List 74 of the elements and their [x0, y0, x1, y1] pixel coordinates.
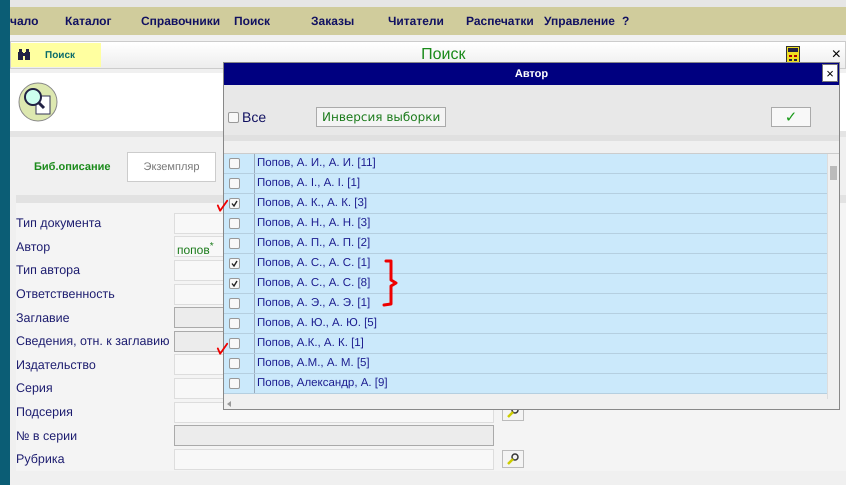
dialog-title: Автор [514, 68, 548, 80]
author-name: Попов, А. И., А. И. [11] [256, 156, 376, 171]
menu-item[interactable]: Справочники [141, 14, 234, 28]
invert-selection-button[interactable]: Инверсия выборки [316, 107, 446, 127]
menu-item[interactable]: ? [622, 14, 652, 28]
menu-item[interactable]: Распечатки [466, 14, 544, 28]
field-label: Серия [16, 381, 53, 396]
search-button[interactable]: Поиск [11, 43, 101, 68]
author-name: Попов, А. I., А. I. [1] [256, 176, 360, 191]
field-label: Тип автора [16, 263, 80, 278]
checkbox[interactable] [229, 238, 240, 249]
field-label: Рубрика [16, 452, 65, 466]
select-all-label: Все [242, 109, 266, 125]
field-label: Ответственность [16, 287, 115, 302]
field-label: Автор [16, 240, 50, 254]
calculator-icon[interactable] [786, 46, 800, 64]
author-name: Попов, А.К., А. К. [1] [256, 336, 364, 351]
checkbox[interactable] [229, 358, 240, 369]
checkbox[interactable] [229, 158, 240, 169]
author-name: Попов, А. С., А. С. [1] [256, 256, 370, 271]
field-label: № в серии [16, 428, 78, 443]
author-name: Попов, Александр, А. [9] [256, 376, 388, 391]
list-row[interactable]: Попов, А. Э., А. Э. [1] [224, 294, 827, 314]
binoculars-icon [17, 49, 31, 62]
checkbox[interactable] [229, 218, 240, 229]
author-name: Попов, А. Ю., А. Ю. [5] [256, 316, 377, 331]
search-document-icon [18, 82, 58, 122]
close-button[interactable]: × [828, 46, 845, 64]
list-row[interactable]: Попов, Александр, А. [9] [224, 374, 827, 394]
menu-item[interactable]: Каталог [65, 14, 141, 28]
field-label: Тип документа [16, 216, 102, 230]
checkbox[interactable] [228, 112, 239, 122]
author-name: Попов, А. С., А. С. [8] [256, 276, 370, 291]
list-row[interactable]: Попов, А. Н., А. Н. [3] [224, 214, 827, 234]
list-row[interactable]: Попов, А. И., А. И. [11] [224, 154, 827, 174]
close-button[interactable]: × [822, 64, 838, 82]
menu-item[interactable]: Управление [544, 14, 622, 28]
checkbox[interactable] [229, 258, 240, 269]
tab[interactable]: Экземпляр [126, 152, 216, 182]
author-name: Попов, А.М., А. М. [5] [256, 356, 370, 371]
checkbox[interactable] [229, 298, 240, 309]
field-label: Издательство [16, 358, 96, 372]
field-label: Подсерия [16, 405, 73, 420]
field-label: Заглавие [16, 310, 70, 325]
checkbox[interactable] [229, 338, 240, 349]
list-row[interactable]: Попов, А.М., А. М. [5] [224, 354, 827, 374]
scrollbar[interactable] [827, 154, 839, 399]
checkbox[interactable] [229, 178, 240, 189]
scroll-left-icon[interactable] [227, 401, 231, 407]
author-name: Попов, А. П., А. П. [2] [256, 236, 370, 251]
author-name: Попов, А. К., А. К. [3] [256, 196, 368, 211]
checkbox[interactable] [229, 278, 240, 289]
tab[interactable]: Биб.описание [18, 152, 127, 182]
list-row[interactable]: Попов, А. П., А. П. [2] [224, 234, 827, 254]
checkbox[interactable] [229, 198, 240, 209]
checkbox[interactable] [229, 378, 240, 389]
page-title: Поиск [420, 46, 466, 64]
list-row[interactable]: Попов, А. К., А. К. [3] [224, 194, 827, 214]
list-row[interactable]: Попов, А. I., А. I. [1] [224, 174, 827, 194]
menu-item[interactable]: чало [10, 14, 65, 28]
menu-item[interactable]: Поиск [234, 14, 311, 28]
input-field[interactable] [174, 425, 494, 446]
author-name: Попов, А. Н., А. Н. [3] [256, 216, 370, 231]
menu-item[interactable]: Заказы [311, 14, 388, 28]
checkbox[interactable] [229, 318, 240, 329]
field-label: Сведения, отн. к заглавию [16, 334, 170, 348]
author-name: Попов, А. Э., А. Э. [1] [256, 296, 370, 311]
lookup-button[interactable] [502, 450, 524, 468]
list-row[interactable]: Попов, А.К., А. К. [1] [224, 334, 827, 354]
list-row[interactable]: Попов, А. Ю., А. Ю. [5] [224, 314, 827, 334]
list-row[interactable]: Попов, А. С., А. С. [8] [224, 274, 827, 294]
brace-drawing [382, 258, 398, 308]
list-row[interactable]: Попов, А. С., А. С. [1] [224, 254, 827, 274]
menu-item[interactable]: Читатели [388, 14, 466, 28]
